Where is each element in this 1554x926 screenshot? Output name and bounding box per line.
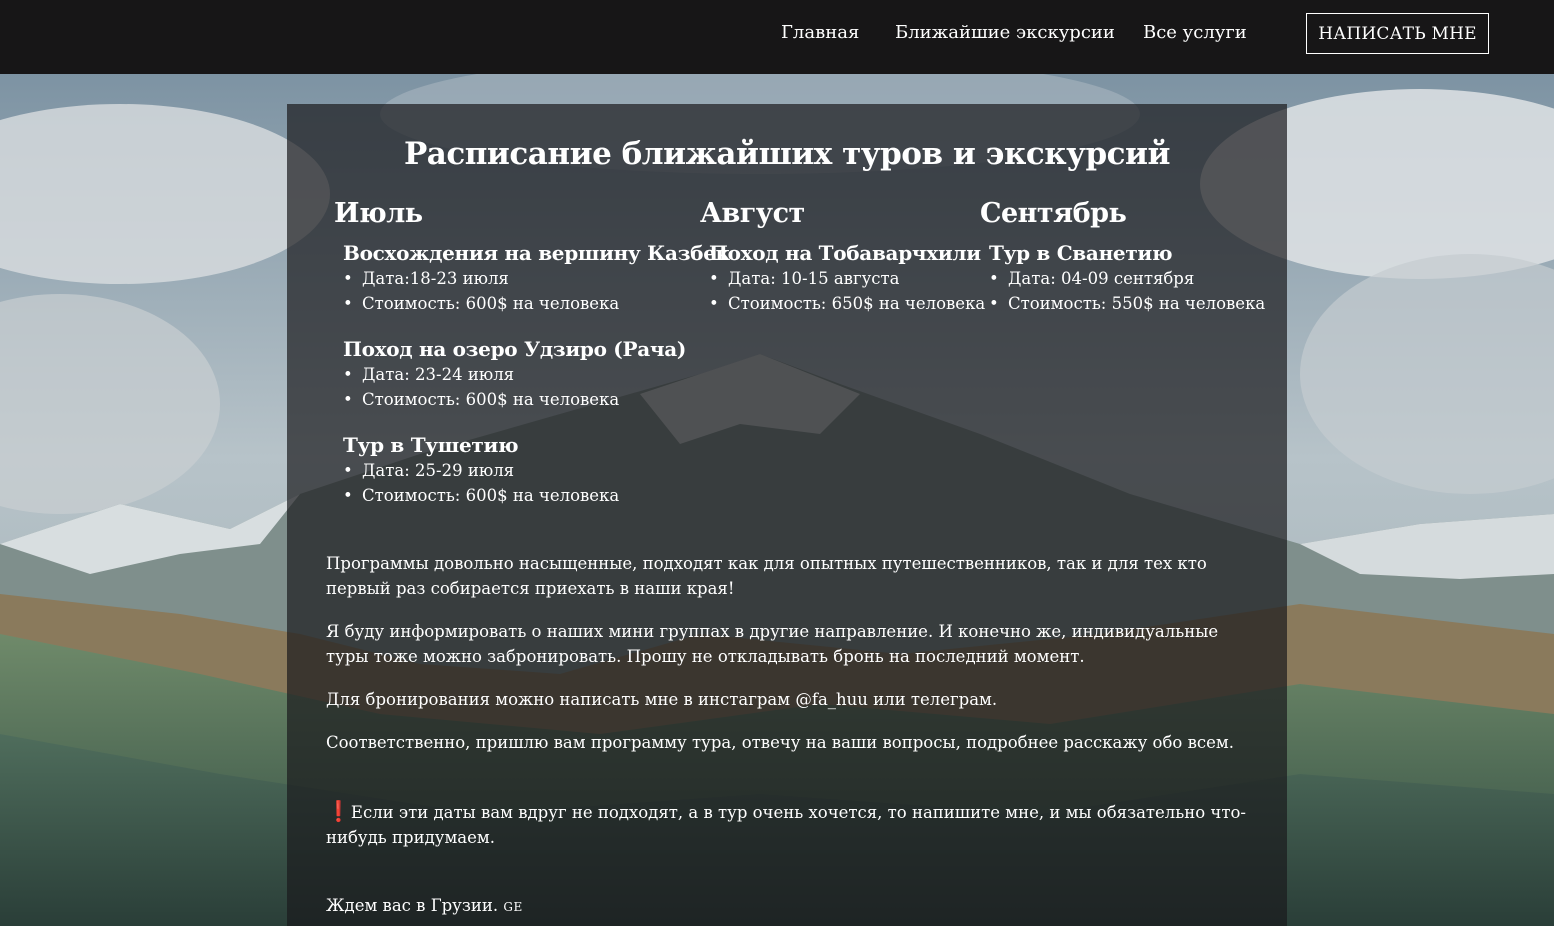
description-paragraph: Соответственно, пришлю вам программу тур…	[326, 733, 1234, 752]
tour-item: Восхождения на вершину Казбек Дата:18-23…	[334, 241, 730, 316]
georgia-flag-icon: GE	[503, 900, 523, 914]
tour-name: Восхождения на вершину Казбек	[343, 241, 730, 265]
warning-paragraph: ❗Если эти даты вам вдруг не подходят, а …	[326, 799, 1256, 850]
tour-price: Стоимость: 600$ на человека	[343, 483, 730, 508]
tour-date: Дата: 10-15 августа	[709, 266, 985, 291]
booking-paragraph: Для бронирования можно написать мне в ин…	[326, 690, 998, 709]
month-column-august: Август Поход на Тобаварчхили Дата: 10-15…	[700, 198, 985, 316]
top-navigation-bar: Главная Ближайшие экскурсии Все услуги Н…	[0, 0, 1554, 74]
tour-price: Стоимость: 600$ на человека	[343, 387, 730, 412]
warning-text: Если эти даты вам вдруг не подходят, а в…	[326, 803, 1246, 847]
tour-item: Поход на Тобаварчхили Дата: 10-15 август…	[700, 241, 985, 316]
month-heading: Июль	[334, 198, 423, 229]
description-paragraph: Я буду информировать о наших мини группа…	[326, 622, 1219, 666]
tour-details-list: Дата: 10-15 августа Стоимость: 650$ на ч…	[700, 266, 985, 316]
tour-details-list: Дата: 04-09 сентября Стоимость: 550$ на …	[980, 266, 1265, 316]
tour-details-list: Дата: 23-24 июля Стоимость: 600$ на чело…	[334, 362, 730, 412]
tour-name: Тур в Сванетию	[989, 241, 1173, 265]
contact-me-button[interactable]: НАПИСАТЬ МНЕ	[1306, 13, 1489, 54]
nav-link-home[interactable]: Главная	[781, 22, 859, 44]
tour-date: Дата: 25-29 июля	[343, 458, 730, 483]
month-heading: Сентябрь	[980, 198, 1127, 229]
exclamation-icon: ❗	[326, 799, 351, 823]
tour-name: Поход на озеро Удзиро (Рача)	[343, 337, 687, 361]
month-column-july: Июль Восхождения на вершину Казбек Дата:…	[334, 198, 730, 508]
closing-text: Ждем вас в Грузии.	[326, 896, 499, 915]
tour-item: Тур в Тушетию Дата: 25-29 июля Стоимость…	[334, 433, 730, 508]
tour-details-list: Дата:18-23 июля Стоимость: 600$ на челов…	[334, 266, 730, 316]
tour-date: Дата:18-23 июля	[343, 266, 730, 291]
nav-link-upcoming-tours[interactable]: Ближайшие экскурсии	[895, 22, 1115, 44]
tour-item: Тур в Сванетию Дата: 04-09 сентября Стои…	[980, 241, 1265, 316]
nav-link-all-services[interactable]: Все услуги	[1143, 22, 1247, 44]
closing-paragraph: Ждем вас в Грузии. GE	[326, 893, 1256, 920]
tour-item: Поход на озеро Удзиро (Рача) Дата: 23-24…	[334, 337, 730, 412]
tour-date: Дата: 23-24 июля	[343, 362, 730, 387]
tour-price: Стоимость: 650$ на человека	[709, 291, 985, 316]
tour-price: Стоимость: 550$ на человека	[989, 291, 1265, 316]
tour-price: Стоимость: 600$ на человека	[343, 291, 730, 316]
month-column-september: Сентябрь Тур в Сванетию Дата: 04-09 сент…	[980, 198, 1265, 316]
description-paragraph: Программы довольно насыщенные, подходят …	[326, 554, 1207, 598]
tour-name: Тур в Тушетию	[343, 433, 519, 457]
tour-name: Поход на Тобаварчхили	[709, 241, 981, 265]
month-heading: Август	[700, 198, 805, 229]
tour-date: Дата: 04-09 сентября	[989, 266, 1265, 291]
tour-details-list: Дата: 25-29 июля Стоимость: 600$ на чело…	[334, 458, 730, 508]
